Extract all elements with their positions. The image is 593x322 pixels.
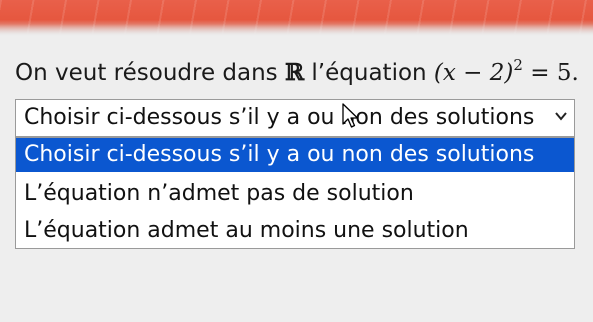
question-prefix: On veut résoudre dans [15, 60, 278, 86]
mouse-cursor-icon [342, 103, 359, 128]
equation-base: (x − 2) [433, 60, 514, 86]
select-current-value: Choisir ci-dessous s’il y a ou non des s… [24, 105, 535, 130]
equation-exponent: 2 [513, 56, 523, 74]
banner-fade [0, 24, 593, 36]
question-text: On veut résoudre dans ℝ l’équation (x − … [15, 56, 579, 86]
real-numbers-symbol: ℝ [284, 59, 305, 86]
option-choose-placeholder[interactable]: Choisir ci-dessous s’il y a ou non des s… [16, 138, 574, 172]
option-at-least-one-solution[interactable]: L’équation admet au moins une solution [16, 214, 574, 248]
solutions-select[interactable]: Choisir ci-dessous s’il y a ou non des s… [15, 99, 575, 137]
question-middle: l’équation [311, 60, 427, 86]
equation-rhs: = 5. [530, 60, 579, 86]
equation: (x − 2)2 = 5. [433, 56, 579, 86]
header-banner [0, 0, 593, 36]
chevron-down-icon[interactable] [554, 109, 568, 123]
dropdown-options-list: Choisir ci-dessous s’il y a ou non des s… [15, 137, 575, 249]
option-no-solution[interactable]: L’équation n’admet pas de solution [16, 177, 574, 211]
